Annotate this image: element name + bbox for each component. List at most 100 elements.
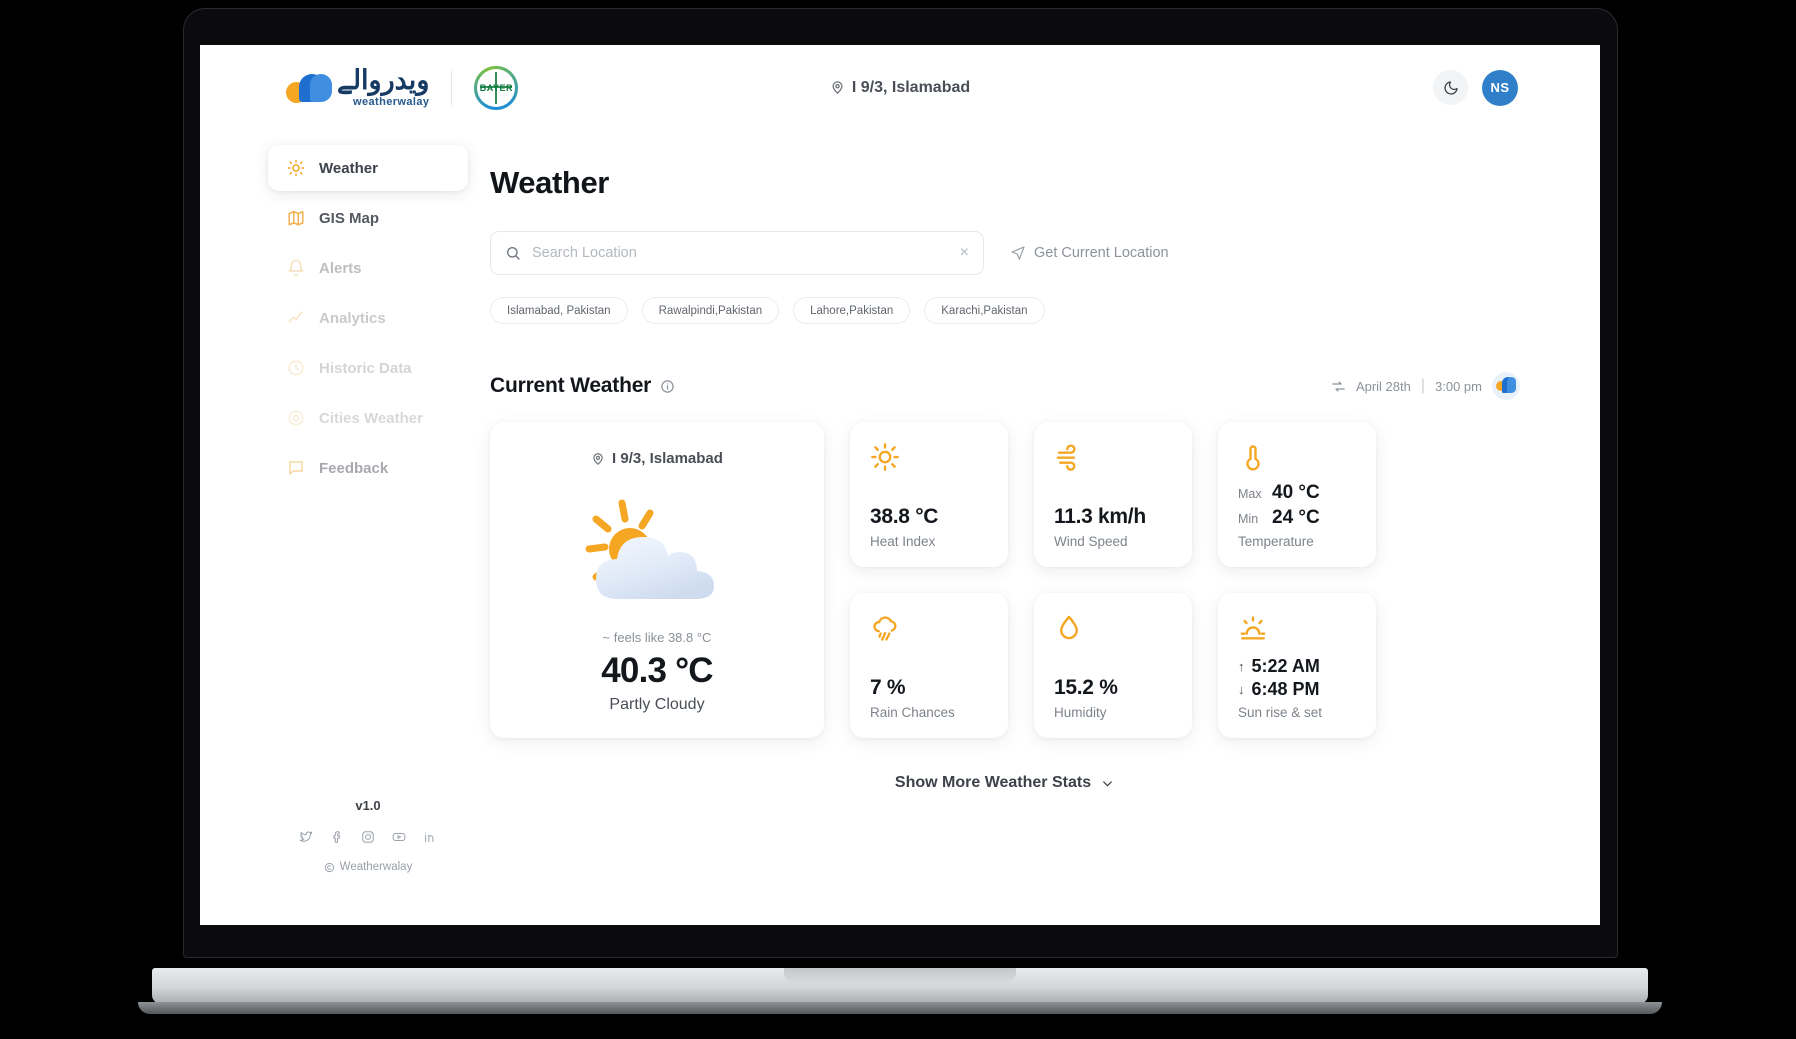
copyright-icon — [324, 862, 335, 873]
main-content: Weather × — [490, 165, 1534, 925]
sidebar-item-cities-weather[interactable]: Cities Weather — [268, 395, 468, 441]
location-chip[interactable]: Rawalpindi,Pakistan — [641, 297, 780, 324]
location-pin-icon — [591, 452, 605, 466]
rain-chances-label: Rain Chances — [870, 705, 955, 720]
stats-row-bottom: 7 % Rain Chances 15.2 % Humidity ↑ 5:22 … — [850, 593, 1376, 738]
feels-like-text: ~ feels like 38.8 °C — [602, 630, 712, 645]
location-chip[interactable]: Lahore,Pakistan — [793, 297, 911, 324]
refresh-icon[interactable] — [1331, 379, 1346, 394]
get-current-location-button[interactable]: Get Current Location — [1010, 245, 1169, 261]
wind-speed-label: Wind Speed — [1054, 534, 1128, 549]
clear-search-icon[interactable]: × — [960, 245, 969, 261]
brand-divider — [451, 70, 453, 105]
sunset-value: 6:48 PM — [1251, 679, 1320, 699]
sidebar-item-label: Weather — [319, 159, 378, 177]
droplet-icon — [1054, 613, 1172, 653]
hero-location-text: I 9/3, Islamabad — [612, 450, 723, 467]
search-input[interactable] — [532, 245, 949, 261]
sidebar-item-feedback[interactable]: Feedback — [268, 445, 468, 491]
location-pin-icon — [830, 80, 845, 95]
temperature-max-row: Max 40 °C — [1238, 482, 1356, 504]
rain-chances-value: 7 % — [870, 676, 906, 699]
sunrise-sunset-card: ↑ 5:22 AM ↓ 6:48 PM Sun rise & set — [1218, 593, 1376, 738]
map-icon — [286, 209, 305, 228]
wind-icon — [1054, 442, 1172, 482]
temperature-max-value: 40 °C — [1272, 482, 1320, 503]
avatar[interactable]: NS — [1482, 69, 1518, 106]
bayer-label: BAYER — [479, 82, 513, 93]
sidebar-item-gis-map[interactable]: GIS Map — [268, 195, 468, 241]
arrow-up-icon: ↑ — [1238, 659, 1245, 674]
location-chip[interactable]: Karachi,Pakistan — [924, 297, 1045, 324]
temperature-max-key: Max — [1238, 487, 1262, 501]
show-more-label: Show More Weather Stats — [894, 774, 1092, 791]
arrow-down-icon: ↓ — [1238, 682, 1245, 697]
sun-icon — [286, 159, 305, 178]
chart-line-icon — [286, 309, 305, 328]
sunrise-icon — [1238, 613, 1356, 653]
info-icon[interactable] — [660, 379, 675, 394]
linkedin-icon[interactable] — [423, 830, 437, 844]
brand-zone: ويدروالے weatherwalay BAYER — [200, 65, 519, 110]
laptop-screen: ويدروالے weatherwalay BAYER I 9/3, Islam… — [200, 45, 1600, 925]
page-title: Weather — [490, 165, 609, 200]
timestamp-time: 3:00 pm — [1435, 378, 1482, 394]
clock-icon — [286, 359, 305, 378]
brand-latin-name: weatherwalay — [353, 96, 430, 108]
navigation-arrow-icon — [1010, 245, 1026, 261]
target-icon — [286, 409, 305, 428]
sun-icon — [870, 442, 988, 482]
current-temperature: 40.3 °C — [601, 651, 713, 690]
search-icon — [505, 245, 521, 261]
twitter-icon[interactable] — [299, 830, 313, 844]
weatherwalay-wordmark: ويدروالے weatherwalay — [337, 65, 430, 108]
sidebar-item-label: Analytics — [319, 309, 386, 327]
bell-icon — [286, 259, 305, 278]
search-box[interactable]: × — [490, 231, 984, 275]
instagram-icon[interactable] — [361, 830, 375, 844]
sidebar-item-label: GIS Map — [319, 209, 380, 227]
sidebar-item-analytics[interactable]: Analytics — [268, 295, 468, 341]
temperature-min-row: Min 24 °C — [1238, 507, 1356, 529]
sidebar-item-label: Feedback — [319, 459, 389, 477]
section-title-group: Current Weather — [490, 374, 675, 398]
section-header: Current Weather April 28th | 3:00 pm — [490, 372, 1534, 400]
wind-speed-card: 11.3 km/h Wind Speed — [1034, 422, 1192, 567]
weatherwalay-logo[interactable]: ويدروالے weatherwalay — [286, 65, 430, 108]
location-chips: Islamabad, Pakistan Rawalpindi,Pakistan … — [490, 297, 1534, 324]
section-meta: April 28th | 3:00 pm — [1331, 372, 1520, 400]
rain-cloud-icon — [870, 613, 988, 653]
heat-index-label: Heat Index — [870, 534, 936, 549]
location-chip[interactable]: Islamabad, Pakistan — [490, 297, 628, 324]
rain-chances-card: 7 % Rain Chances — [850, 593, 1008, 738]
humidity-value: 15.2 % — [1054, 676, 1118, 699]
sidebar-item-historic-data[interactable]: Historic Data — [268, 345, 468, 391]
sidebar: Weather GIS Map Alerts Analytics Histori… — [268, 145, 468, 885]
sunrise-row: ↑ 5:22 AM — [1238, 656, 1356, 677]
bayer-cross-icon: BAYER — [479, 71, 513, 105]
weatherwalay-mark-icon — [286, 73, 332, 103]
chevron-down-icon — [1100, 776, 1115, 791]
sunset-row: ↓ 6:48 PM — [1238, 679, 1356, 700]
app-version: v1.0 — [355, 798, 381, 813]
humidity-label: Humidity — [1054, 705, 1107, 720]
search-row: × Get Current Location — [490, 231, 1534, 275]
brand-urdu-name: ويدروالے — [337, 65, 430, 95]
section-title: Current Weather — [490, 374, 652, 397]
stats-columns: 38.8 °C Heat Index 11.3 km/h Wind Speed … — [850, 422, 1376, 738]
temperature-card: Max 40 °C Min 24 °C Temperature — [1218, 422, 1376, 567]
header-location[interactable]: I 9/3, Islamabad — [830, 79, 970, 97]
copyright: Weatherwalay — [324, 861, 413, 873]
theme-toggle-button[interactable] — [1433, 70, 1468, 105]
thermometer-icon — [1238, 442, 1356, 482]
facebook-icon[interactable] — [330, 830, 344, 844]
youtube-icon[interactable] — [392, 830, 406, 844]
sidebar-item-label: Historic Data — [319, 359, 412, 377]
sun-behind-cloud-icon — [574, 489, 740, 617]
copyright-text: Weatherwalay — [339, 861, 413, 873]
sidebar-item-alerts[interactable]: Alerts — [268, 245, 468, 291]
sidebar-item-weather[interactable]: Weather — [268, 145, 468, 191]
header-location-text: I 9/3, Islamabad — [851, 78, 971, 96]
bayer-logo[interactable]: BAYER — [474, 65, 519, 110]
show-more-weather-stats-button[interactable]: Show More Weather Stats — [490, 774, 1520, 792]
